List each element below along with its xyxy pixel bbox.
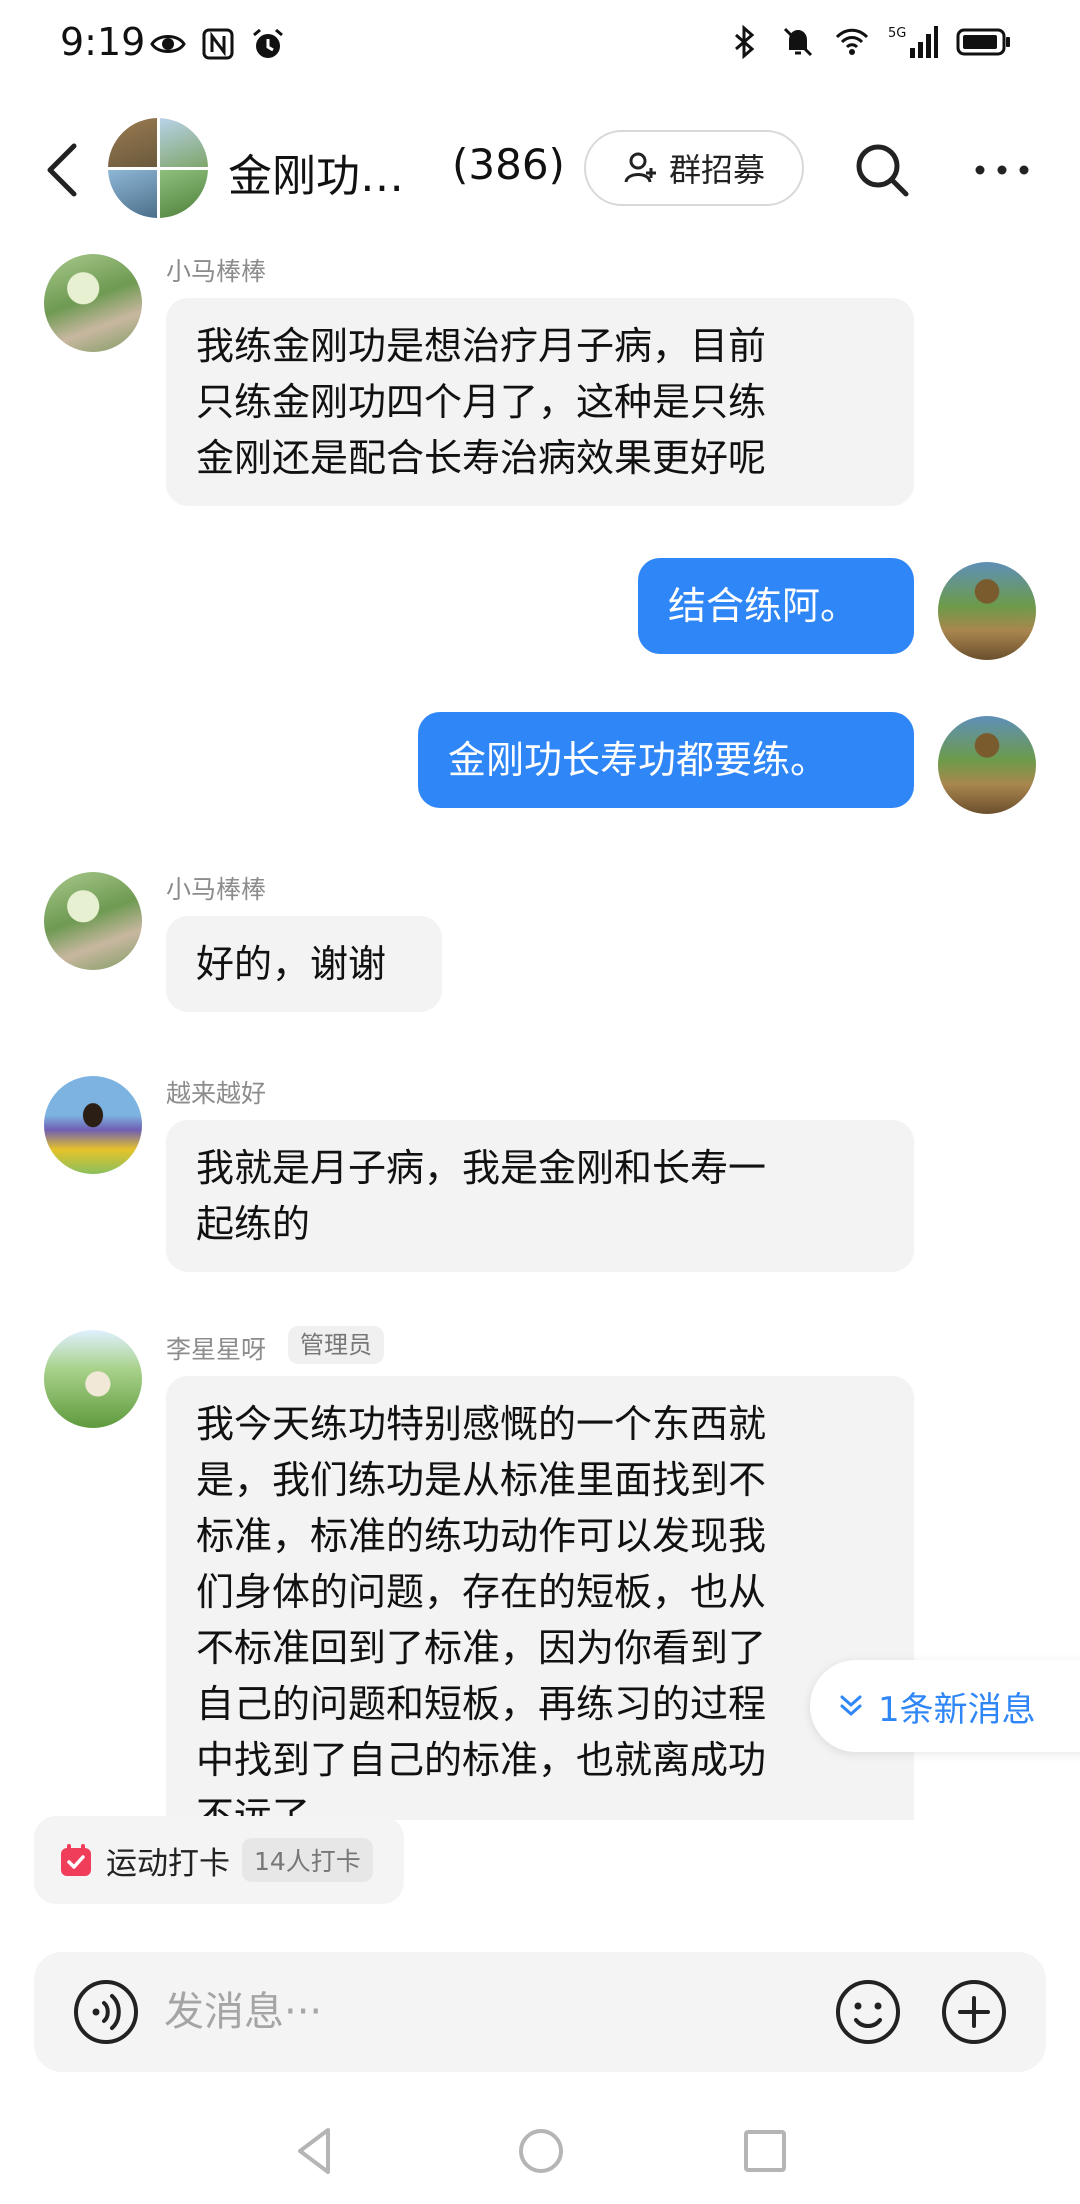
message-line: 金刚还是配合长寿治病效果更好呢: [196, 436, 767, 480]
nav-home-icon[interactable]: [516, 2124, 566, 2178]
status-time: 9:19: [60, 20, 146, 64]
nav-back-icon[interactable]: [290, 2124, 340, 2178]
message-line: 我就是月子病，我是金刚和长寿一: [196, 1146, 767, 1190]
group-title[interactable]: 金刚功…: [228, 140, 404, 204]
wifi-icon: [835, 28, 869, 55]
sport-checkin-chip[interactable]: 运动打卡 14人打卡: [34, 1816, 404, 1904]
message-line: 中找到了自己的标准，也就离成功: [196, 1738, 767, 1782]
my-avatar[interactable]: [938, 716, 1036, 814]
admin-badge: 管理员: [288, 1326, 384, 1364]
message-list[interactable]: 小马棒棒 我练金刚功是想治疗月子病，目前 只练金刚功四个月了，这种是只练 金刚还…: [0, 230, 1080, 1820]
message-input[interactable]: [164, 1976, 724, 2048]
sender-name: 小马棒棒: [166, 257, 267, 286]
message-line: 好的，谢谢: [196, 942, 387, 986]
message-bubble[interactable]: 我练金刚功是想治疗月子病，目前 只练金刚功四个月了，这种是只练 金刚还是配合长寿…: [166, 298, 914, 506]
status-bar: 9:19 5G: [0, 0, 1080, 90]
network-label: 5G: [888, 26, 906, 41]
message-input-bar: [34, 1952, 1046, 2072]
message-bubble[interactable]: 好的，谢谢: [166, 916, 442, 1012]
message-text: 金刚功长寿功都要练。: [448, 738, 829, 782]
message-line: 不标准回到了标准，因为你看到了: [196, 1626, 767, 1670]
checkin-count-badge: 14人打卡: [242, 1838, 373, 1882]
search-icon[interactable]: [852, 140, 912, 200]
message-bubble[interactable]: 我今天练功特别感慨的一个东西就 是，我们练功是从标准里面找到不 标准，标准的练功…: [166, 1376, 914, 1820]
message-line: 我练金刚功是想治疗月子病，目前: [196, 324, 767, 368]
recruit-label: 群招募: [668, 151, 765, 189]
group-recruit-button[interactable]: 群招募: [584, 130, 804, 206]
sender-name: 小马棒棒: [166, 875, 267, 904]
back-arrow-icon[interactable]: [40, 138, 86, 202]
status-left-icons: [150, 26, 286, 62]
message-line: 标准，标准的练功动作可以发现我: [196, 1514, 767, 1558]
group-avatar[interactable]: [108, 118, 208, 218]
sender-name: 越来越好: [166, 1079, 267, 1108]
message-line: 只练金刚功四个月了，这种是只练: [196, 380, 767, 424]
system-nav-bar: [0, 2110, 1080, 2204]
more-options-icon[interactable]: [972, 140, 1032, 200]
add-attachment-icon[interactable]: [940, 1978, 1008, 2046]
message-line: 起练的: [196, 1202, 311, 1246]
eye-icon: [150, 35, 186, 53]
chat-header: 金刚功… (386) 群招募: [0, 110, 1080, 230]
avatar[interactable]: [44, 254, 142, 352]
5g-signal-icon: 5G: [888, 26, 938, 58]
new-messages-button[interactable]: 1条新消息: [810, 1660, 1080, 1752]
message-bubble-sent[interactable]: 金刚功长寿功都要练。: [418, 712, 914, 808]
message-bubble-sent[interactable]: 结合练阿。: [638, 558, 914, 654]
avatar[interactable]: [44, 872, 142, 970]
alarm-icon: [253, 28, 283, 58]
emoji-icon[interactable]: [834, 1978, 902, 2046]
calendar-check-icon: [61, 1844, 91, 1876]
nfc-icon: [202, 28, 234, 60]
battery-icon: [956, 28, 1010, 56]
message-line: 们身体的问题，存在的短板，也从: [196, 1570, 767, 1614]
member-count: (386): [452, 140, 565, 189]
message-text: 结合练阿。: [668, 584, 859, 628]
checkin-label: 运动打卡: [106, 1845, 230, 1882]
bluetooth-icon: [735, 24, 755, 60]
avatar[interactable]: [44, 1330, 142, 1428]
message-line: 是，我们练功是从标准里面找到不: [196, 1458, 767, 1502]
mute-icon: [783, 27, 813, 57]
add-person-icon: [624, 152, 656, 183]
double-chevron-down-icon: [840, 1695, 862, 1716]
avatar[interactable]: [44, 1076, 142, 1174]
nav-recent-apps-icon[interactable]: [740, 2124, 790, 2178]
message-line: 我今天练功特别感慨的一个东西就: [196, 1402, 767, 1446]
voice-input-icon[interactable]: [72, 1978, 140, 2046]
sender-name: 李星星呀: [166, 1335, 267, 1364]
new-messages-label: 1条新消息: [878, 1689, 1036, 1730]
my-avatar[interactable]: [938, 562, 1036, 660]
message-line: 自己的问题和短板，再练习的过程: [196, 1682, 767, 1726]
message-bubble[interactable]: 我就是月子病，我是金刚和长寿一 起练的: [166, 1120, 914, 1272]
status-right-icons: 5G: [726, 24, 1012, 60]
